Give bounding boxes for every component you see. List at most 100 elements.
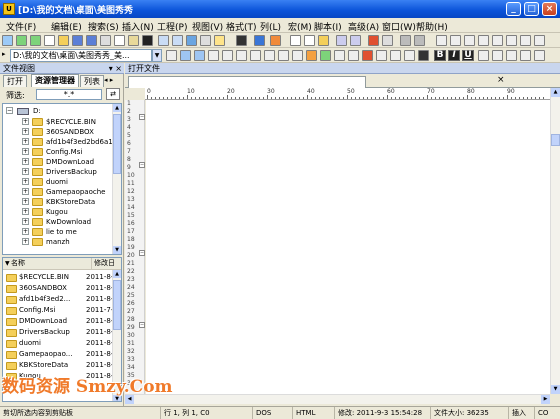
new-file-icon[interactable] <box>2 35 13 46</box>
expand-icon[interactable]: + <box>22 128 29 135</box>
scroll-thumb[interactable] <box>113 114 121 174</box>
scroll-down-icon[interactable]: ▼ <box>113 246 121 254</box>
italic-button[interactable]: I <box>448 50 460 61</box>
validate-icon[interactable] <box>320 50 331 61</box>
scroll-up-icon[interactable]: ▲ <box>113 270 121 278</box>
view-2-icon[interactable] <box>450 35 461 46</box>
view-5-icon[interactable] <box>492 35 503 46</box>
menu-script[interactable]: 脚本(I) <box>312 19 344 34</box>
menu-file[interactable]: 文件(F) <box>4 19 38 34</box>
filter-input[interactable]: *.* <box>36 89 102 100</box>
close-document-icon[interactable]: × <box>497 75 505 85</box>
html-tag-icon[interactable] <box>208 50 219 61</box>
scroll-down-icon[interactable]: ▼ <box>551 385 560 394</box>
tree-item[interactable]: + DriversBackup <box>3 167 113 177</box>
list-item[interactable]: $RECYCLE.BIN 2011-8-3 21 <box>3 272 115 283</box>
hex-icon[interactable] <box>200 35 211 46</box>
wordwrap-icon[interactable] <box>186 35 197 46</box>
sort-icon[interactable]: ▼ <box>5 258 10 269</box>
tab-explorer[interactable]: 资源管理器 <box>31 74 79 87</box>
tree-item[interactable]: +360SANDBOX <box>3 127 113 137</box>
tree-item[interactable]: + KwDownload <box>3 217 113 227</box>
expand-icon[interactable]: + <box>22 118 29 125</box>
open-folder-icon[interactable] <box>58 35 69 46</box>
address-dropdown-icon[interactable]: ▼ <box>152 49 162 62</box>
script-icon[interactable] <box>404 50 415 61</box>
fold-icon[interactable]: − <box>139 162 145 168</box>
list-item[interactable]: 360SANDBOX 2011-8-28 2 <box>3 283 115 294</box>
paragraph-icon[interactable] <box>534 50 545 61</box>
align-right-icon[interactable] <box>506 50 517 61</box>
list-item[interactable]: duomi 2011-8-30 1 <box>3 338 115 349</box>
tree-item[interactable]: + DMDownLoad <box>3 157 113 167</box>
view-6-icon[interactable] <box>506 35 517 46</box>
view-3-icon[interactable] <box>464 35 475 46</box>
expand-icon[interactable]: + <box>22 188 29 195</box>
expand-icon[interactable]: + <box>22 158 29 165</box>
expand-icon[interactable]: + <box>22 208 29 215</box>
menu-edit[interactable]: 编辑(E) <box>49 19 84 34</box>
list-item[interactable]: DriversBackup 2011-8-26 1 <box>3 327 115 338</box>
maximize-button[interactable]: □ <box>524 2 539 16</box>
undo-icon[interactable] <box>336 35 347 46</box>
tree-item[interactable]: + $RECYCLE.BIN <box>3 117 113 127</box>
input-icon[interactable] <box>348 50 359 61</box>
tree-item[interactable]: + afd1b4f3ed2bd6a1d3 <box>3 137 121 147</box>
fold-icon[interactable]: − <box>139 250 145 256</box>
expand-icon[interactable]: + <box>22 138 29 145</box>
table-icon[interactable] <box>222 50 233 61</box>
print-preview-icon[interactable] <box>114 35 125 46</box>
menu-help[interactable]: 帮助(H) <box>414 19 450 34</box>
view-7-icon[interactable] <box>520 35 531 46</box>
terminal-icon[interactable] <box>236 35 247 46</box>
bold-button[interactable]: B <box>434 50 446 61</box>
tree-root[interactable]: − D: <box>3 106 113 116</box>
tree-item[interactable]: + Kugou <box>3 207 113 217</box>
replace-icon[interactable] <box>142 35 153 46</box>
text-color-icon[interactable] <box>418 50 429 61</box>
column-modified[interactable]: 修改日 <box>91 258 115 269</box>
menu-project[interactable]: 工程(P) <box>155 19 189 34</box>
list-icon[interactable] <box>236 50 247 61</box>
spell-check-icon[interactable] <box>400 35 411 46</box>
break-icon[interactable] <box>292 50 303 61</box>
anchor-icon[interactable] <box>278 50 289 61</box>
tab-scroll-icon[interactable]: ◂ ▸ <box>104 76 113 84</box>
expand-icon[interactable]: + <box>22 168 29 175</box>
scroll-up-icon[interactable]: ▲ <box>113 104 121 112</box>
scroll-thumb[interactable] <box>551 134 560 146</box>
cut-icon[interactable] <box>290 35 301 46</box>
macro-play-icon[interactable] <box>382 35 393 46</box>
list-item[interactable]: Config.Msi 2011-7-25 0 <box>3 305 115 316</box>
justify-icon[interactable] <box>520 50 531 61</box>
scroll-up-icon[interactable]: ▲ <box>551 88 560 97</box>
print-icon[interactable] <box>100 35 111 46</box>
tree-item[interactable]: + duomi <box>3 177 113 187</box>
minimize-button[interactable]: _ <box>506 2 521 16</box>
preview-icon[interactable] <box>376 50 387 61</box>
macro-record-icon[interactable] <box>368 35 379 46</box>
menu-column[interactable]: 列(L) <box>258 19 283 34</box>
panel-close-icon[interactable]: ▾ × <box>109 63 122 74</box>
view-4-icon[interactable] <box>478 35 489 46</box>
stop-icon[interactable] <box>362 50 373 61</box>
tree-item[interactable]: + Config.Msi <box>3 147 113 157</box>
align-center-icon[interactable] <box>492 50 503 61</box>
replace-in-files-icon[interactable] <box>172 35 183 46</box>
address-input[interactable]: D:\我的文档\桌面\美图秀秀_美... <box>10 49 152 62</box>
tree-item[interactable]: + Gamepaopaoche <box>3 187 113 197</box>
tree-scrollbar[interactable]: ▲ ▼ <box>112 104 121 254</box>
unindent-icon[interactable] <box>194 50 205 61</box>
filter-apply-icon[interactable]: ⇄ <box>106 88 120 100</box>
indent-icon[interactable] <box>180 50 191 61</box>
ftp-icon[interactable] <box>270 35 281 46</box>
view-8-icon[interactable] <box>534 35 545 46</box>
expand-icon[interactable]: + <box>22 228 29 235</box>
form-icon[interactable] <box>334 50 345 61</box>
menu-search[interactable]: 搜索(S) <box>86 19 121 34</box>
link-icon[interactable] <box>264 50 275 61</box>
close-button[interactable]: × <box>542 2 557 16</box>
collapse-icon[interactable]: − <box>6 107 13 114</box>
menu-insert[interactable]: 插入(N) <box>120 19 156 34</box>
paste-icon[interactable] <box>318 35 329 46</box>
